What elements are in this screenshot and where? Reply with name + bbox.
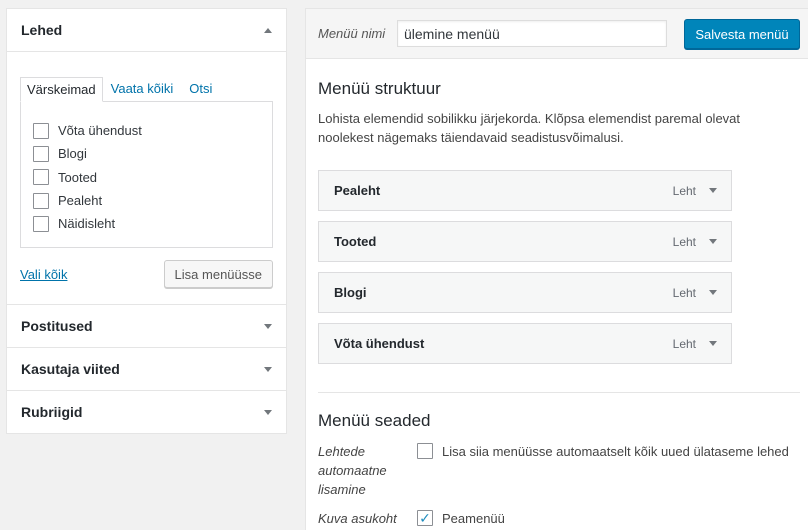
add-menu-items-panel: Lehed Värskeimad Vaata kõiki Otsi Võta ü… <box>6 8 287 434</box>
section-divider <box>318 392 800 393</box>
page-checkbox-row[interactable]: Tooted <box>33 166 260 189</box>
page-checkbox-label: Pealeht <box>58 193 103 209</box>
auto-add-setting: Lehtede automaatne lisamine Lisa siia me… <box>318 442 789 499</box>
tab-most-recent[interactable]: Värskeimad <box>20 77 103 102</box>
add-to-menu-button[interactable]: Lisa menüüsse <box>163 260 273 288</box>
page-checkbox[interactable] <box>33 122 49 139</box>
tab-search[interactable]: Otsi <box>181 77 220 102</box>
menu-edit-panel: Menüü nimi Salvesta menüü Menüü struktuu… <box>305 8 808 530</box>
auto-add-text: Lisa siia menüüsse automaatselt kõik uue… <box>442 444 789 459</box>
pages-tabs: Värskeimad Vaata kõiki Otsi <box>20 77 273 102</box>
page-checkbox[interactable] <box>33 192 49 209</box>
page-checkbox[interactable] <box>33 169 49 186</box>
menu-item-type: Leht <box>672 183 696 198</box>
menu-item[interactable]: Pealeht Leht <box>318 170 732 211</box>
location-text: Peamenüü <box>442 511 505 526</box>
menu-item-title: Blogi <box>334 285 367 300</box>
menu-header: Menüü nimi Salvesta menüü <box>306 9 808 59</box>
expand-arrow-icon[interactable] <box>264 323 272 329</box>
save-menu-button[interactable]: Salvesta menüü <box>684 19 800 49</box>
menu-name-label: Menüü nimi <box>318 26 386 41</box>
menu-item-toggle-icon[interactable] <box>709 341 717 346</box>
auto-add-option[interactable]: Lisa siia menüüsse automaatselt kõik uue… <box>417 442 789 499</box>
location-option[interactable]: ✓ Peamenüü <box>417 509 505 528</box>
page-checkbox-label: Blogi <box>58 146 87 162</box>
page-checkbox-row[interactable]: Võta ühendust <box>33 119 260 142</box>
menu-item-title: Pealeht <box>334 183 381 198</box>
page-checkbox[interactable] <box>33 215 49 232</box>
categories-section-title: Rubriigid <box>21 404 83 420</box>
collapse-arrow-icon[interactable] <box>264 27 272 33</box>
pages-section-title: Lehed <box>21 22 63 38</box>
menu-item-type: Leht <box>672 285 696 300</box>
menu-item-type: Leht <box>672 234 696 249</box>
page-checkbox-row[interactable]: Pealeht <box>33 189 260 212</box>
expand-arrow-icon[interactable] <box>264 409 272 415</box>
pages-checklist: Võta ühendust Blogi Tooted Pealeht Näidi… <box>20 101 273 248</box>
menu-structure-description: Lohista elemendid sobilikku järjekorda. … <box>318 111 741 145</box>
tab-view-all[interactable]: Vaata kõiki <box>103 77 182 102</box>
auto-add-label: Lehtede automaatne lisamine <box>318 444 387 497</box>
pages-section-header[interactable]: Lehed <box>7 9 286 51</box>
page-checkbox-label: Võta ühendust <box>58 123 142 139</box>
menu-structure-title: Menüü struktuur <box>318 79 441 98</box>
menu-name-input[interactable] <box>397 20 667 47</box>
menu-item[interactable]: Tooted Leht <box>318 221 732 262</box>
menu-item-toggle-icon[interactable] <box>709 188 717 193</box>
menu-item-type: Leht <box>672 336 696 351</box>
location-label: Kuva asukoht <box>318 511 397 526</box>
menu-item-title: Võta ühendust <box>334 336 425 351</box>
select-all-link[interactable]: Vali kõik <box>20 267 67 282</box>
categories-section-header[interactable]: Rubriigid <box>7 390 286 433</box>
page-checkbox[interactable] <box>33 145 49 162</box>
menu-item-toggle-icon[interactable] <box>709 290 717 295</box>
custom-links-section-title: Kasutaja viited <box>21 361 120 377</box>
auto-add-checkbox[interactable] <box>417 443 433 459</box>
posts-section-title: Postitused <box>21 318 93 334</box>
page-checkbox-label: Näidisleht <box>58 216 116 232</box>
checkmark-icon: ✓ <box>419 510 431 526</box>
menu-item-title: Tooted <box>334 234 377 249</box>
expand-arrow-icon[interactable] <box>264 366 272 372</box>
custom-links-section-header[interactable]: Kasutaja viited <box>7 347 286 390</box>
menu-item[interactable]: Blogi Leht <box>318 272 732 313</box>
pages-actions: Vali kõik Lisa menüüsse <box>20 260 273 288</box>
pages-section-body: Värskeimad Vaata kõiki Otsi Võta ühendus… <box>7 51 286 304</box>
menu-item-toggle-icon[interactable] <box>709 239 717 244</box>
primary-menu-checkbox[interactable]: ✓ <box>417 510 433 526</box>
menu-settings-title: Menüü seaded <box>318 411 431 430</box>
page-checkbox-row[interactable]: Blogi <box>33 142 260 165</box>
posts-section-header[interactable]: Postitused <box>7 304 286 347</box>
menu-item[interactable]: Võta ühendust Leht <box>318 323 732 364</box>
page-checkbox-row[interactable]: Näidisleht <box>33 212 260 235</box>
location-setting: Kuva asukoht ✓ Peamenüü <box>318 509 505 528</box>
page-checkbox-label: Tooted <box>58 169 98 185</box>
